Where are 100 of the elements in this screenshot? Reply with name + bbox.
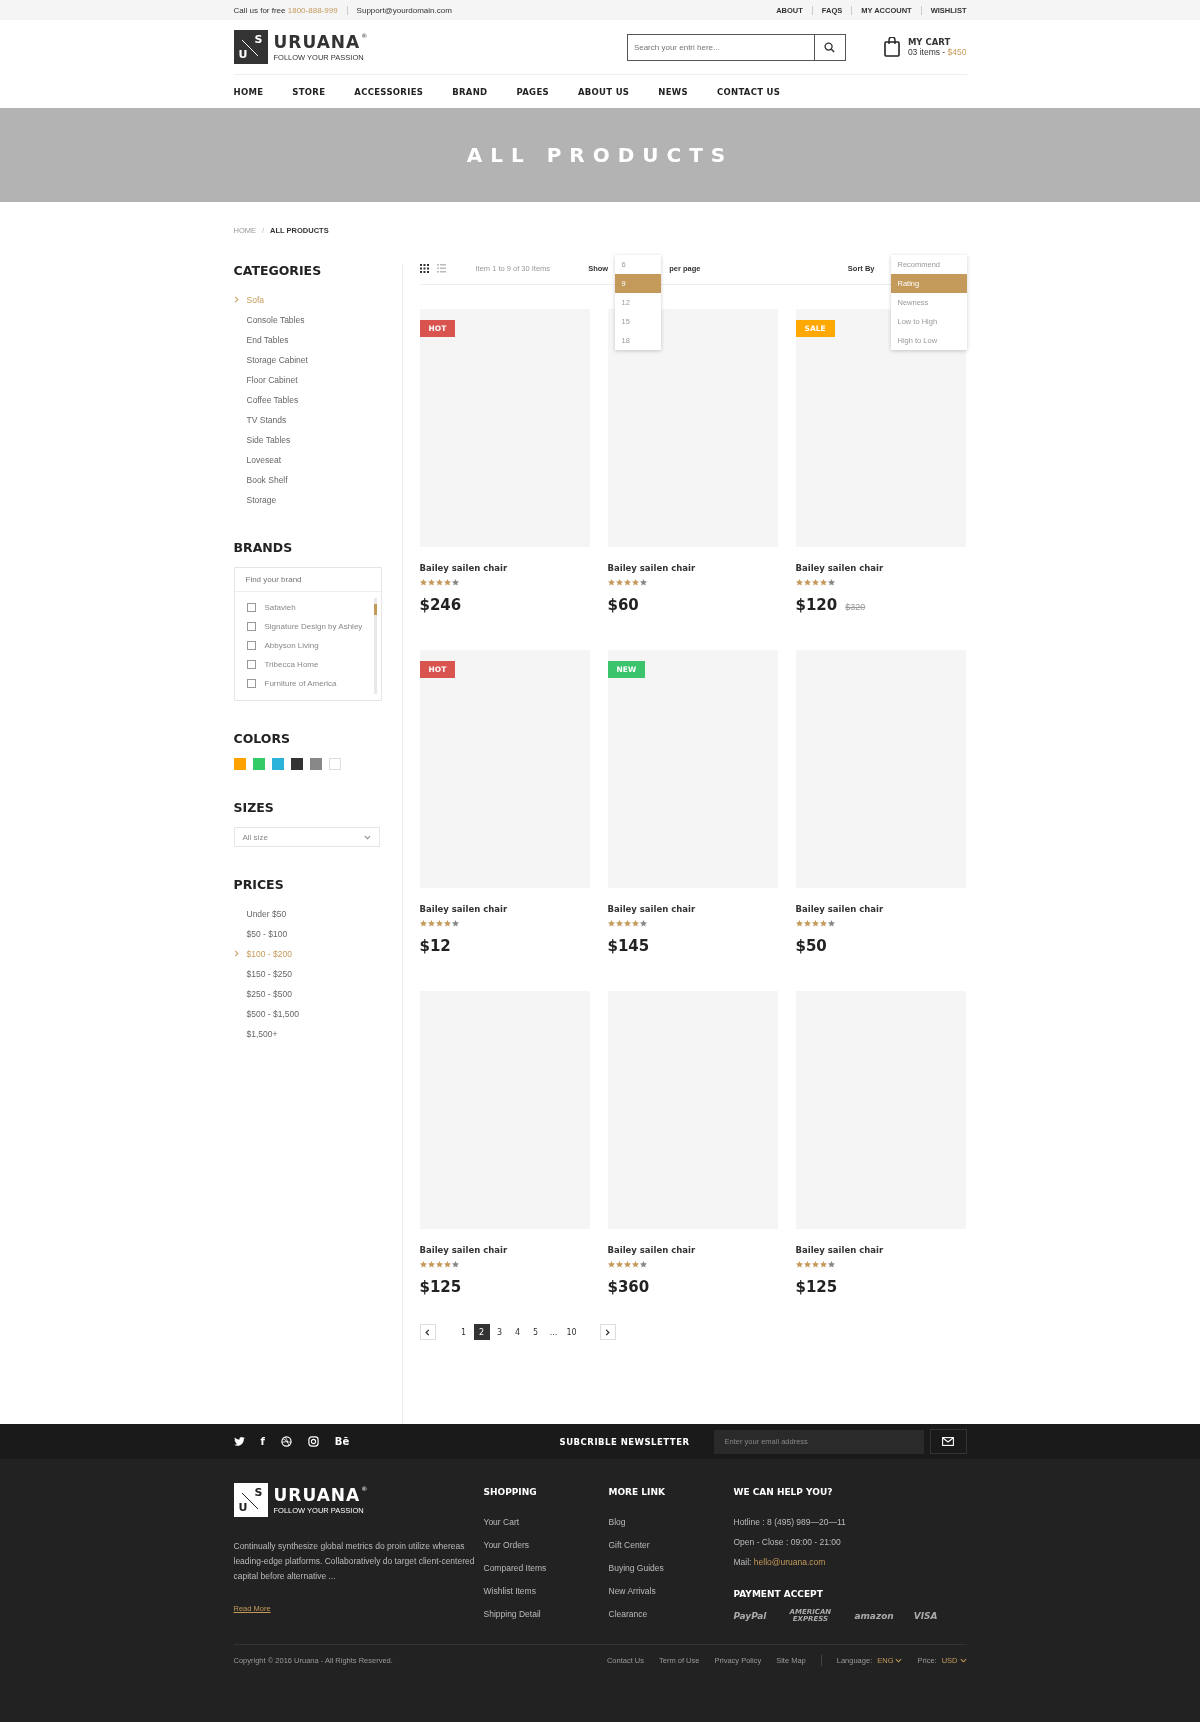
mail-label: Mail:	[733, 1557, 752, 1567]
nav-link[interactable]: PAGES	[516, 86, 549, 97]
chevron-left-icon	[425, 1328, 430, 1336]
search-button[interactable]	[814, 33, 846, 61]
checkbox[interactable]	[246, 679, 256, 688]
footer-link[interactable]: Compared Items	[483, 1563, 609, 1573]
category-item[interactable]: Storage	[233, 490, 402, 510]
nav-link[interactable]: STORE	[292, 86, 326, 97]
support-email: Support@yourdomain.com	[356, 5, 452, 15]
caret-icon	[959, 1657, 967, 1663]
opening-hours: Open - Close : 09:00 - 21:00	[733, 1537, 842, 1547]
checkbox[interactable]	[246, 603, 256, 612]
color-swatch[interactable]	[233, 758, 246, 770]
product-name[interactable]: Bailey sailen chair	[795, 1245, 966, 1255]
social-link[interactable]: Bē	[334, 1436, 350, 1447]
checkbox[interactable]	[246, 641, 256, 650]
color-swatch[interactable]	[271, 758, 284, 770]
price-range-item[interactable]: $50 - $100	[233, 924, 402, 944]
size-select[interactable]: All size	[233, 827, 380, 847]
brand-label: Abbyson Living	[264, 641, 319, 650]
checkbox[interactable]	[246, 622, 256, 631]
nav-link[interactable]: HOME	[233, 86, 264, 97]
category-item[interactable]: Storage Cabinet	[233, 350, 402, 370]
product-name[interactable]: Bailey sailen chair	[795, 563, 966, 573]
color-swatch[interactable]	[328, 758, 341, 770]
about-text: Continually synthesize global metrics do proin utilize whereas leading-edge platforms. Collaboratively do target client-centered capital before alternative ...	[233, 1540, 476, 1583]
page-number[interactable]: 10	[563, 1324, 580, 1340]
category-item[interactable]: Loveseat	[233, 450, 402, 470]
nav-link[interactable]: ABOUT US	[577, 86, 630, 97]
page-number[interactable]: 4	[509, 1324, 526, 1340]
category-item[interactable]: TV Stands	[233, 410, 402, 430]
search-field[interactable]: Search your entri here...	[626, 33, 815, 61]
social-link[interactable]: f	[260, 1436, 265, 1447]
checkbox[interactable]	[246, 660, 256, 669]
page-number[interactable]: 1	[455, 1324, 472, 1340]
payment-logo: PayPal	[733, 1611, 767, 1621]
cart-total: $450	[947, 47, 967, 57]
product-price: $125	[419, 1278, 462, 1296]
cart-title[interactable]: MY CART	[907, 37, 967, 47]
product-name[interactable]: Bailey sailen chair	[795, 904, 966, 914]
product-name[interactable]: Bailey sailen chair	[419, 904, 590, 914]
product-price: $125	[795, 1278, 838, 1296]
caret-icon	[363, 834, 371, 840]
category-item[interactable]: Floor Cabinet	[233, 370, 402, 390]
price-range-item[interactable]: $150 - $250	[233, 964, 402, 984]
next-page-button[interactable]	[599, 1324, 616, 1340]
price-range-item[interactable]: $1,500+	[233, 1024, 402, 1044]
nav-link[interactable]: ACCESSORIES	[354, 86, 424, 97]
color-swatch[interactable]	[309, 758, 322, 770]
product-name[interactable]: Bailey sailen chair	[607, 1245, 778, 1255]
page-number[interactable]: 5	[527, 1324, 544, 1340]
category-item[interactable]: Side Tables	[233, 430, 402, 450]
product-name[interactable]: Bailey sailen chair	[607, 904, 778, 914]
ball-icon[interactable]	[280, 1436, 292, 1447]
logo-name: URUANA	[273, 32, 361, 52]
previous-page-button[interactable]	[419, 1324, 436, 1340]
nav-link[interactable]: NEWS	[658, 86, 688, 97]
price-range-item[interactable]: Under $50	[233, 904, 402, 924]
category-item[interactable]: Console Tables	[233, 310, 402, 330]
section-heading: COLORS	[233, 731, 292, 746]
camera-icon[interactable]	[307, 1436, 319, 1447]
logo-mark: S U	[233, 1483, 268, 1517]
page-number[interactable]: 2	[473, 1324, 490, 1340]
product-price: $360	[607, 1278, 650, 1296]
search-icon	[824, 41, 836, 53]
footer-link[interactable]: Gift Center	[608, 1540, 734, 1550]
footer-heading: MORE LINK	[608, 1487, 666, 1497]
page-number[interactable]: 3	[491, 1324, 508, 1340]
newsletter-title: SUBCRIBLE NEWSLETTER	[559, 1436, 690, 1447]
page-number[interactable]: ...	[545, 1324, 562, 1340]
footer-link[interactable]: Your Cart	[483, 1517, 609, 1527]
footer-link[interactable]: Buying Guides	[608, 1563, 734, 1573]
footer-link[interactable]: Blog	[608, 1517, 734, 1527]
price-range-item[interactable]: $500 - $1,500	[233, 1004, 402, 1024]
section-heading: PRICES	[233, 877, 285, 892]
footer-link[interactable]: New Arrivals	[608, 1586, 734, 1596]
footer-link[interactable]: Shipping Detail	[483, 1609, 609, 1619]
category-item[interactable]: End Tables	[233, 330, 402, 350]
nav-link[interactable]: BRAND	[452, 86, 488, 97]
email-link[interactable]: hello@uruana.com	[753, 1557, 826, 1567]
product-name[interactable]: Bailey sailen chair	[419, 563, 590, 573]
price-range-item[interactable]: $250 - $500	[233, 984, 402, 1004]
product-name[interactable]: Bailey sailen chair	[607, 563, 778, 573]
grid-view-icon[interactable]	[419, 263, 429, 273]
subscribe-button[interactable]	[929, 1429, 967, 1454]
shopping-bag-icon[interactable]	[883, 37, 900, 57]
brand-label: Safavieh	[264, 603, 296, 612]
category-item[interactable]: Coffee Tables	[233, 390, 402, 410]
twitter-bird-icon[interactable]	[233, 1437, 245, 1446]
list-view-icon[interactable]	[436, 263, 446, 273]
color-swatch[interactable]	[252, 758, 265, 770]
footer-heading: SHOPPING	[483, 1487, 538, 1497]
color-swatch[interactable]	[290, 758, 303, 770]
section-heading: CATEGORIES	[233, 263, 323, 278]
category-item[interactable]: Book Shelf	[233, 470, 402, 490]
footer-link[interactable]: Clearance	[608, 1609, 734, 1619]
footer-link[interactable]: Your Orders	[483, 1540, 609, 1550]
product-name[interactable]: Bailey sailen chair	[419, 1245, 590, 1255]
footer-link[interactable]: Wishlist Items	[483, 1586, 609, 1596]
nav-link[interactable]: CONTACT US	[716, 86, 781, 97]
